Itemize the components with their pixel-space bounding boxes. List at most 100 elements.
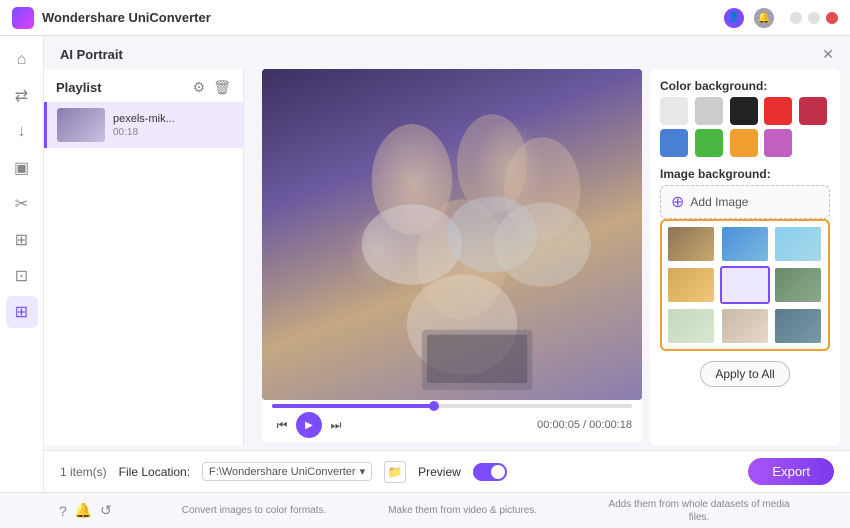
progress-fill xyxy=(272,404,434,408)
add-image-label: Add Image xyxy=(690,195,748,209)
user-avatar-icon[interactable]: 👤 xyxy=(724,8,744,28)
export-button[interactable]: Export xyxy=(748,458,834,485)
swatch-blue[interactable] xyxy=(660,129,688,157)
dialog-title-bar: AI Portrait ✕ xyxy=(44,36,850,69)
playlist-header: Playlist ⚙ 🗑 xyxy=(44,69,243,102)
preview-label: Preview xyxy=(418,465,461,479)
color-bg-label: Color background: xyxy=(660,79,830,93)
image-thumb-5[interactable] xyxy=(720,266,770,304)
image-thumb-2[interactable] xyxy=(720,225,770,263)
minimize-button[interactable] xyxy=(790,12,802,24)
image-thumb-9[interactable] xyxy=(773,307,823,345)
sidebar-item-convert[interactable]: ⇄ xyxy=(6,80,38,112)
next-button[interactable]: ⏭ xyxy=(326,415,346,435)
playlist-actions: ⚙ 🗑 xyxy=(193,79,231,96)
image-thumb-6[interactable] xyxy=(773,266,823,304)
dialog-close-button[interactable]: ✕ xyxy=(822,46,834,63)
items-count: 1 item(s) xyxy=(60,465,107,479)
sidebar-item-download[interactable]: ↓ xyxy=(6,116,38,148)
apply-to-all-button[interactable]: Apply to All xyxy=(700,361,789,387)
playlist-thumbnail xyxy=(57,108,105,142)
footer-icons: ? 🔔 ↺ xyxy=(51,502,120,519)
app-logo xyxy=(12,7,34,29)
bg-img-9 xyxy=(775,309,821,343)
swatch-lightgray[interactable] xyxy=(695,97,723,125)
footer-strip: ? 🔔 ↺ Convert images to color formats. M… xyxy=(0,492,850,528)
swatch-red[interactable] xyxy=(764,97,792,125)
sidebar-item-home[interactable]: ⌂ xyxy=(6,44,38,76)
bg-img-2 xyxy=(722,227,768,261)
time-display: 00:00:05 / 00:00:18 xyxy=(537,419,632,431)
window-controls xyxy=(790,12,838,24)
right-panel: Color background: xyxy=(650,69,840,446)
footer-bell-icon[interactable]: 🔔 xyxy=(75,502,92,519)
progress-thumb[interactable] xyxy=(429,401,439,411)
app-title: Wondershare UniConverter xyxy=(42,10,724,25)
add-image-button[interactable]: ⊕ Add Image xyxy=(660,185,830,219)
dialog-title: AI Portrait xyxy=(60,47,123,62)
title-bar: Wondershare UniConverter 👤 🔔 xyxy=(0,0,850,36)
playback-controls: ⏮ ▶ ⏭ 00:00:05 / 00:00:18 xyxy=(272,412,632,438)
content-row: Playlist ⚙ 🗑 pexels-mik... 00:18 xyxy=(44,69,850,450)
bg-img-8 xyxy=(722,309,768,343)
dropdown-arrow-icon[interactable]: ▾ xyxy=(360,465,366,478)
sidebar-item-compress[interactable]: ⊡ xyxy=(6,260,38,292)
playlist-filename: pexels-mik... xyxy=(113,113,233,125)
footer-help-icon[interactable]: ? xyxy=(59,503,67,519)
playlist-thumb-image xyxy=(57,108,105,142)
video-frame xyxy=(262,69,642,400)
footer-refresh-icon[interactable]: ↺ xyxy=(100,502,112,519)
video-section: ⏮ ▶ ⏭ 00:00:05 / 00:00:18 xyxy=(252,69,642,446)
playlist-panel: Playlist ⚙ 🗑 pexels-mik... 00:18 xyxy=(44,69,244,446)
sidebar-item-screen[interactable]: ▣ xyxy=(6,152,38,184)
dialog-area: AI Portrait ✕ Playlist ⚙ 🗑 xyxy=(44,36,850,492)
notification-icon[interactable]: 🔔 xyxy=(754,8,774,28)
image-grid xyxy=(660,219,830,351)
prev-button[interactable]: ⏮ xyxy=(272,415,292,435)
browse-folder-button[interactable]: 📁 xyxy=(384,461,406,483)
bg-img-6 xyxy=(775,268,821,302)
swatch-black[interactable] xyxy=(730,97,758,125)
footer-item-2: Make them from video & pictures. xyxy=(388,504,537,517)
swatch-darkred[interactable] xyxy=(799,97,827,125)
file-location-input[interactable]: F:\Wondershare UniConverter ▾ xyxy=(202,462,372,481)
image-thumb-8[interactable] xyxy=(720,307,770,345)
color-swatches xyxy=(660,97,830,157)
video-people-svg xyxy=(262,69,642,400)
playlist-settings-icon[interactable]: ⚙ xyxy=(193,79,206,96)
progress-bar[interactable] xyxy=(272,404,632,408)
swatch-white[interactable] xyxy=(660,97,688,125)
image-bg-section: Image background: ⊕ Add Image xyxy=(660,167,830,351)
add-image-icon: ⊕ xyxy=(671,192,684,212)
footer-item-3: Adds them from whole datasets of media f… xyxy=(599,498,799,524)
playlist-delete-icon[interactable]: 🗑 xyxy=(213,79,231,96)
maximize-button[interactable] xyxy=(808,12,820,24)
image-thumb-4[interactable] xyxy=(666,266,716,304)
total-time: 00:00:18 xyxy=(589,419,632,431)
bg-img-4 xyxy=(668,268,714,302)
playback-buttons: ⏮ ▶ ⏭ xyxy=(272,412,346,438)
playlist-item[interactable]: pexels-mik... 00:18 xyxy=(44,102,243,148)
image-thumb-7[interactable] xyxy=(666,307,716,345)
sidebar: ⌂ ⇄ ↓ ▣ ✂ ⊞ ⊡ ⊞ xyxy=(0,36,44,492)
image-thumb-3[interactable] xyxy=(773,225,823,263)
play-button[interactable]: ▶ xyxy=(296,412,322,438)
preview-toggle[interactable] xyxy=(473,463,507,481)
sidebar-item-cut[interactable]: ✂ xyxy=(6,188,38,220)
file-location-label: File Location: xyxy=(119,465,190,479)
bg-img-5 xyxy=(722,268,768,302)
playlist-title: Playlist xyxy=(56,80,102,95)
sidebar-item-merge[interactable]: ⊞ xyxy=(6,224,38,256)
swatch-purple[interactable] xyxy=(764,129,792,157)
swatch-orange[interactable] xyxy=(730,129,758,157)
bg-img-3 xyxy=(775,227,821,261)
swatch-green[interactable] xyxy=(695,129,723,157)
toggle-knob xyxy=(491,465,505,479)
image-thumb-1[interactable] xyxy=(666,225,716,263)
playlist-item-info: pexels-mik... 00:18 xyxy=(113,113,233,138)
close-window-button[interactable] xyxy=(826,12,838,24)
bg-img-1 xyxy=(668,227,714,261)
file-location-path: F:\Wondershare UniConverter xyxy=(209,466,356,478)
sidebar-item-tools[interactable]: ⊞ xyxy=(6,296,38,328)
playlist-duration: 00:18 xyxy=(113,127,233,138)
